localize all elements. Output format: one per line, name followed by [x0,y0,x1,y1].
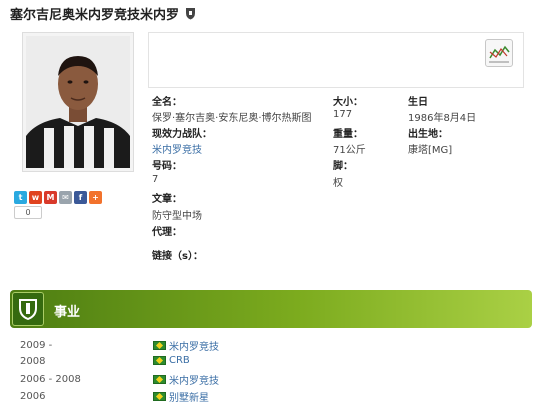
height-value: 177 [333,109,353,120]
number-value: 7 [152,174,159,185]
career-row-years: 2008 [20,356,46,367]
share-count: 0 [14,206,42,219]
twitter-icon[interactable]: t [14,191,27,204]
weight-value: 71公斤 [333,145,366,156]
weibo-icon[interactable]: w [29,191,42,204]
brazil-flag-icon [153,356,166,365]
birth-value: 1986年8月4日 [408,113,477,124]
team-label: 现效力战队： [152,129,212,140]
links-label: 链接（s）： [152,251,203,262]
stats-chart-panel [148,32,524,88]
career-row-years: 2006 - 2008 [20,374,81,385]
career-club-item[interactable]: 别墅新星 [153,389,209,402]
foot-value: 权 [333,178,343,189]
line-chart-icon [489,45,510,63]
career-club-item[interactable]: CRB [153,355,190,366]
career-club-item[interactable]: 米内罗竞技 [153,372,219,387]
player-photo [26,36,130,168]
brazil-flag-icon [153,392,166,401]
chart-toggle-button[interactable] [485,39,513,67]
player-name: 塞尔吉尼奥米内罗竞技米内罗 [10,8,180,23]
team-link[interactable]: 米内罗竞技 [152,141,202,156]
weight-label: 重量： [333,129,363,140]
gmail-icon[interactable]: M [44,191,57,204]
position-label: 文章： [152,194,182,205]
brazil-flag-icon [153,341,166,350]
birthplace-label: 出生地： [408,129,448,140]
career-row-years: 2006 [20,391,46,402]
career-shield-icon [12,292,44,326]
career-title: 事业 [54,305,81,320]
email-icon[interactable]: ✉ [59,191,72,204]
birth-label: 生日 [408,97,428,108]
fullname-label: 全名： [152,97,182,108]
facebook-icon[interactable]: f [74,191,87,204]
share-buttons: t w M ✉ f + [14,191,102,204]
number-label: 号码： [152,161,182,172]
fullname-value: 保罗·塞尔吉奥·安东尼奥·博尔热斯图 [152,113,312,124]
height-label: 大小： [333,97,363,108]
page-title: 塞尔吉尼奥米内罗竞技米内罗 [10,4,196,23]
career-header-bar [10,290,532,328]
brazil-flag-icon [153,375,166,384]
addthis-plus-icon[interactable]: + [89,191,102,204]
career-club-name[interactable]: CRB [169,355,190,366]
birthplace-value: 康塔[MG] [408,145,453,156]
player-photo-frame [22,32,134,172]
agent-label: 代理： [152,227,182,238]
club-badge-icon [186,8,196,20]
career-row-years: 2009 - [20,340,53,351]
career-club-name[interactable]: 别墅新星 [169,389,209,402]
career-club-item[interactable]: 米内罗竞技 [153,338,219,353]
position-value: 防守型中场 [152,211,202,222]
career-club-name[interactable]: 米内罗竞技 [169,372,219,387]
career-club-name[interactable]: 米内罗竞技 [169,338,219,353]
foot-label: 脚： [333,161,353,172]
